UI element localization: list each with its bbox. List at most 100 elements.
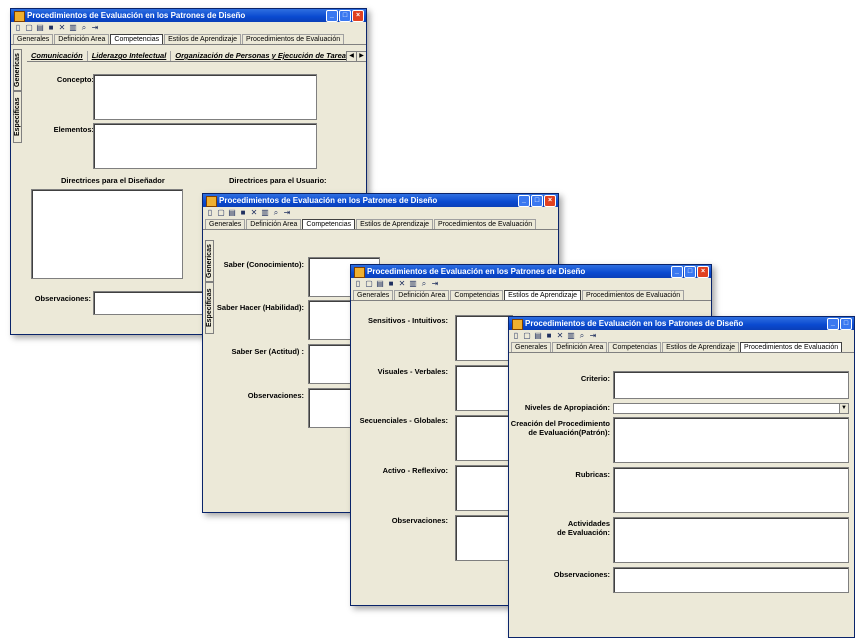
- directrices-disenador-label: Directrices para el Diseñador: [61, 176, 165, 185]
- new-icon[interactable]: ▯: [354, 279, 362, 288]
- criterio-field[interactable]: [613, 371, 849, 399]
- toolbar: ▯ ▢ ▤ ■ ✕ ▥ ⌕ ⇥: [203, 207, 558, 218]
- open-icon[interactable]: ▢: [365, 279, 373, 288]
- tab-definicion-area[interactable]: Definición Area: [394, 290, 450, 300]
- subtab-comunicacion[interactable]: Comunicación: [27, 51, 88, 61]
- sensitivos-field[interactable]: [455, 315, 513, 361]
- new-icon[interactable]: ▯: [512, 331, 520, 340]
- subtab-organizacion[interactable]: Organización de Personas y Ejecución de …: [171, 51, 356, 61]
- delete-icon[interactable]: ✕: [556, 331, 564, 340]
- minimize-icon[interactable]: _: [671, 266, 683, 278]
- print-preview-icon[interactable]: ▤: [36, 23, 44, 32]
- scroll-right-icon[interactable]: ▶: [356, 51, 366, 62]
- minimize-icon[interactable]: _: [827, 318, 839, 330]
- exit-icon[interactable]: ⇥: [431, 279, 439, 288]
- actividades-label-line1: Actividades: [567, 519, 610, 528]
- vtab-especificas[interactable]: Especificas: [13, 91, 22, 143]
- title-bar[interactable]: Procedimientos de Evaluación en los Patr…: [11, 9, 366, 22]
- save-icon[interactable]: ■: [239, 208, 247, 217]
- visuales-label: Visuales - Verbales:: [377, 367, 448, 376]
- actividades-field[interactable]: [613, 517, 849, 563]
- tab-procedimientos-evaluacion[interactable]: Procedimientos de Evaluación: [242, 34, 345, 44]
- title-bar[interactable]: Procedimientos de Evaluación en los Patr…: [509, 317, 854, 330]
- main-tabs: Generales Definición Area Competencias E…: [11, 33, 366, 45]
- close-icon[interactable]: ×: [544, 195, 556, 207]
- tab-procedimientos-evaluacion[interactable]: Procedimientos de Evaluación: [740, 342, 843, 352]
- exit-icon[interactable]: ⇥: [589, 331, 597, 340]
- window-title: Procedimientos de Evaluación en los Patr…: [219, 196, 438, 205]
- exit-icon[interactable]: ⇥: [91, 23, 99, 32]
- tab-definicion-area[interactable]: Definición Area: [552, 342, 608, 352]
- minimize-icon[interactable]: _: [326, 10, 338, 22]
- search-icon[interactable]: ⌕: [578, 331, 586, 340]
- elementos-field[interactable]: [93, 123, 317, 169]
- tab-definicion-area[interactable]: Definición Area: [54, 34, 110, 44]
- tab-procedimientos-evaluacion[interactable]: Procedimientos de Evaluación: [582, 290, 685, 300]
- tab-generales[interactable]: Generales: [511, 342, 552, 352]
- maximize-icon[interactable]: □: [339, 10, 351, 22]
- search-icon[interactable]: ⌕: [420, 279, 428, 288]
- maximize-icon[interactable]: □: [531, 195, 543, 207]
- title-bar[interactable]: Procedimientos de Evaluación en los Patr…: [351, 265, 711, 278]
- chevron-down-icon[interactable]: ▼: [839, 404, 848, 413]
- print-preview-icon[interactable]: ▤: [534, 331, 542, 340]
- print-preview-icon[interactable]: ▤: [228, 208, 236, 217]
- tab-generales[interactable]: Generales: [353, 290, 394, 300]
- maximize-icon[interactable]: □: [684, 266, 696, 278]
- new-icon[interactable]: ▯: [206, 208, 214, 217]
- concepto-field[interactable]: [93, 74, 317, 120]
- vtab-genericas[interactable]: Genericas: [13, 49, 22, 91]
- minimize-icon[interactable]: _: [518, 195, 530, 207]
- delete-icon[interactable]: ✕: [58, 23, 66, 32]
- vertical-tabs: Genericas Especificas: [13, 49, 23, 143]
- tab-procedimientos-evaluacion[interactable]: Procedimientos de Evaluación: [434, 219, 537, 229]
- open-icon[interactable]: ▢: [217, 208, 225, 217]
- open-icon[interactable]: ▢: [523, 331, 531, 340]
- vtab-genericas[interactable]: Genericas: [205, 240, 214, 282]
- tab-generales[interactable]: Generales: [13, 34, 54, 44]
- save-icon[interactable]: ■: [545, 331, 553, 340]
- observaciones-field[interactable]: [455, 515, 513, 561]
- tab-competencias[interactable]: Competencias: [302, 219, 356, 229]
- search-icon[interactable]: ⌕: [80, 23, 88, 32]
- tab-estilos-aprendizaje[interactable]: Estilos de Aprendizaje: [164, 34, 242, 44]
- exit-icon[interactable]: ⇥: [283, 208, 291, 217]
- observaciones-field[interactable]: [613, 567, 849, 593]
- observaciones-label: Observaciones:: [34, 294, 91, 303]
- save-icon[interactable]: ■: [387, 279, 395, 288]
- maximize-icon[interactable]: □: [840, 318, 852, 330]
- tab-estilos-aprendizaje[interactable]: Estilos de Aprendizaje: [356, 219, 434, 229]
- print-preview-icon[interactable]: ▤: [376, 279, 384, 288]
- rubricas-label: Rubricas:: [575, 470, 610, 479]
- tab-competencias[interactable]: Competencias: [450, 290, 504, 300]
- print-icon[interactable]: ▥: [409, 279, 417, 288]
- new-icon[interactable]: ▯: [14, 23, 22, 32]
- secuenciales-field[interactable]: [455, 415, 513, 461]
- rubricas-field[interactable]: [613, 467, 849, 513]
- tab-competencias[interactable]: Competencias: [608, 342, 662, 352]
- print-icon[interactable]: ▥: [567, 331, 575, 340]
- delete-icon[interactable]: ✕: [250, 208, 258, 217]
- save-icon[interactable]: ■: [47, 23, 55, 32]
- tab-estilos-aprendizaje[interactable]: Estilos de Aprendizaje: [504, 290, 582, 300]
- delete-icon[interactable]: ✕: [398, 279, 406, 288]
- tab-generales[interactable]: Generales: [205, 219, 246, 229]
- search-icon[interactable]: ⌕: [272, 208, 280, 217]
- print-icon[interactable]: ▥: [261, 208, 269, 217]
- creacion-field[interactable]: [613, 417, 849, 463]
- vtab-especificas[interactable]: Especificas: [205, 282, 214, 334]
- print-icon[interactable]: ▥: [69, 23, 77, 32]
- main-tabs: Generales Definición Area Competencias E…: [351, 289, 711, 301]
- close-icon[interactable]: ×: [352, 10, 364, 22]
- tab-competencias[interactable]: Competencias: [110, 34, 164, 44]
- close-icon[interactable]: ×: [697, 266, 709, 278]
- open-icon[interactable]: ▢: [25, 23, 33, 32]
- visuales-field[interactable]: [455, 365, 513, 411]
- tab-definicion-area[interactable]: Definición Area: [246, 219, 302, 229]
- niveles-select[interactable]: ▼: [613, 403, 849, 414]
- title-bar[interactable]: Procedimientos de Evaluación en los Patr…: [203, 194, 558, 207]
- activo-field[interactable]: [455, 465, 513, 511]
- tab-estilos-aprendizaje[interactable]: Estilos de Aprendizaje: [662, 342, 740, 352]
- directrices-disenador-field[interactable]: [31, 189, 183, 279]
- subtab-liderazgo[interactable]: Liderazgo Intelectual: [88, 51, 172, 61]
